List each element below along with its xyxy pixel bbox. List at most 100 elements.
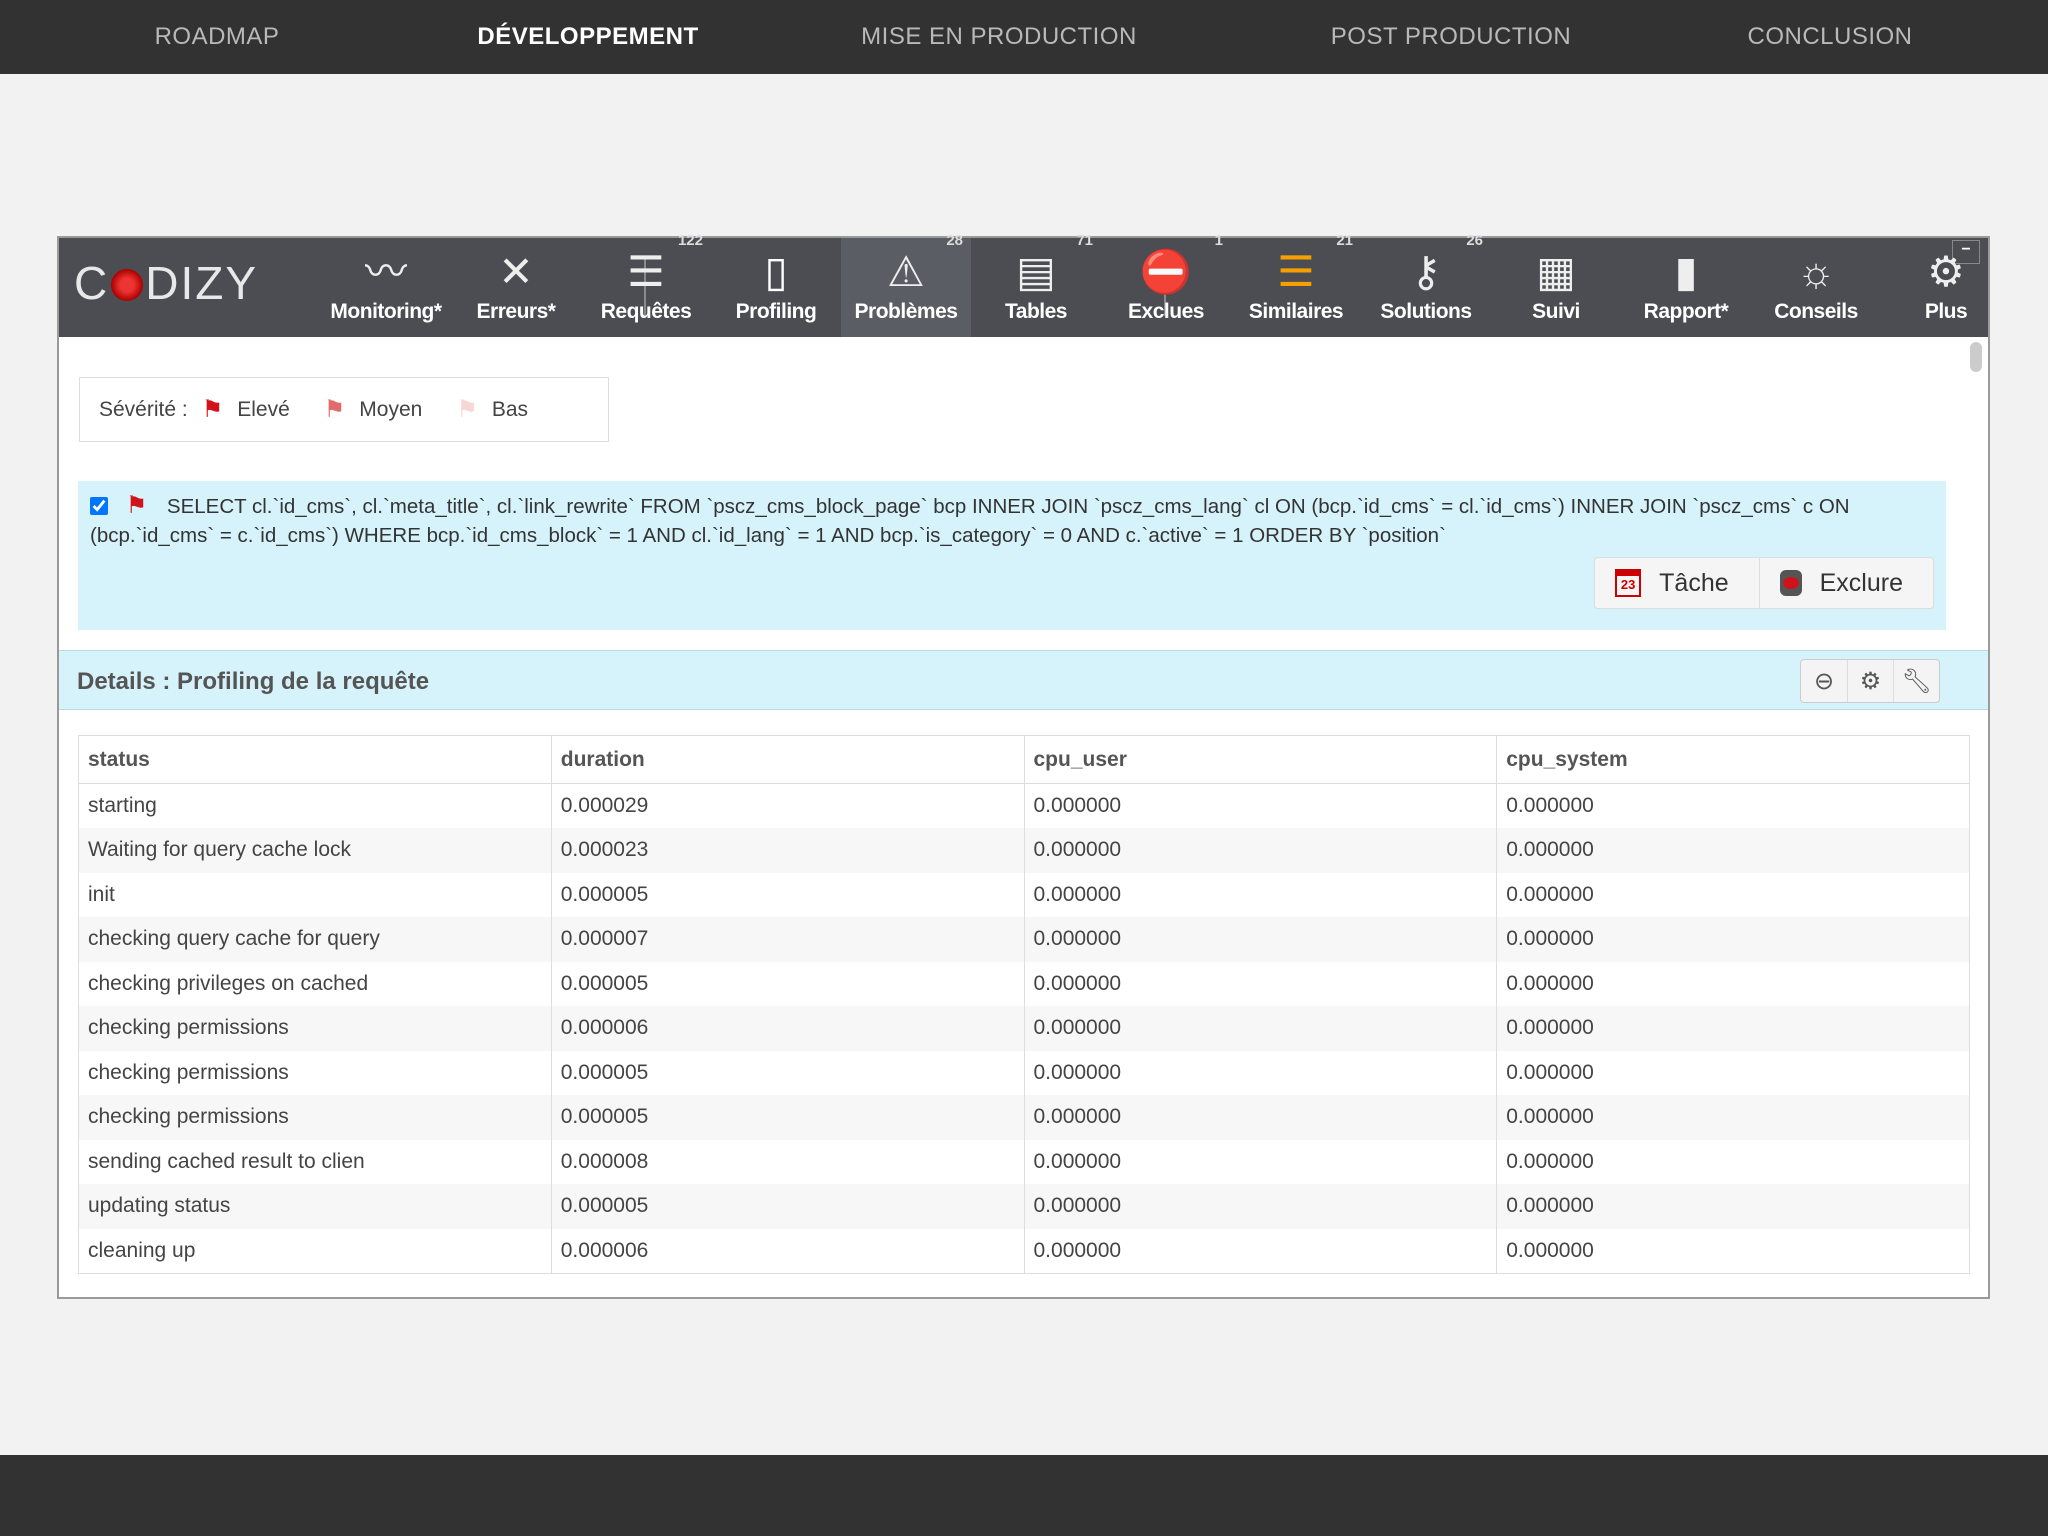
- nav-1[interactable]: ROADMAP: [155, 0, 280, 74]
- table-row: cleaning up 0.000006 0.000000 0.000000: [78, 1228, 1970, 1273]
- table-cell: 0.000000: [1496, 1228, 1970, 1273]
- toolbar-label: Conseils: [1774, 300, 1858, 323]
- toolbar-plus[interactable]: ⚙ Plus: [1881, 238, 2011, 337]
- count-badge: 71: [1076, 232, 1093, 249]
- table-cell: 0.000000: [1024, 1184, 1498, 1229]
- severity-high[interactable]: Elevé: [237, 398, 290, 422]
- link-icon[interactable]: ⊖: [1801, 660, 1847, 702]
- toolbar-requêtes[interactable]: ☰ Requêtes 122: [581, 232, 711, 337]
- nav-3[interactable]: MISE EN PRODUCTION: [861, 0, 1137, 74]
- count-badge: 28: [946, 232, 963, 249]
- table-cell: 0.000000: [1496, 828, 1970, 873]
- gear-icon[interactable]: ⚙: [1847, 660, 1893, 702]
- count-badge: 1: [1214, 232, 1223, 249]
- table-cell: 0.000007: [551, 917, 1025, 962]
- scrollbar[interactable]: [1970, 342, 1982, 372]
- severity-label: Sévérité :: [99, 397, 188, 421]
- table-cell: 0.000008: [551, 1139, 1025, 1184]
- table-row: checking permissions 0.000006 0.000000 0.00…: [78, 1006, 1970, 1051]
- table-cell: 0.000006: [551, 1006, 1025, 1051]
- toolbar-label: Plus: [1924, 300, 1968, 323]
- table-cell: 0.000000: [1024, 828, 1498, 873]
- details-title: Details : Profiling de la requête: [77, 668, 430, 695]
- table-cell: 0.000000: [1024, 1006, 1498, 1051]
- table-cell: 0.000000: [1496, 1184, 1970, 1229]
- table-row: updating status 0.000005 0.000000 0.000000: [78, 1184, 1970, 1229]
- table-cell: 0.000005: [551, 961, 1025, 1006]
- table-cell: 0.000000: [1496, 1095, 1970, 1140]
- table-cell: 0.000000: [1496, 961, 1970, 1006]
- key-icon: ⚷: [1410, 248, 1442, 295]
- top-navigation: ROADMAP DÉVELOPPEMENT MISE EN PRODUCTION PO…: [0, 0, 2048, 74]
- query-text: SELECT cl.`id_cms`, cl.`meta_title`, cl.…: [90, 495, 1850, 547]
- exclude-button[interactable]: Exclure: [1758, 558, 1933, 608]
- flag-high-icon: ⚑: [201, 396, 224, 423]
- toolbar-similaires[interactable]: ☰ Similaires 21: [1231, 232, 1361, 337]
- toolbar-monitoring[interactable]: 〰 Monitoring*: [321, 238, 451, 337]
- toolbar-solutions[interactable]: ⚷ Solutions 26: [1361, 232, 1491, 337]
- toolbar-conseils[interactable]: ☼ Conseils: [1751, 238, 1881, 337]
- details-header: Details : Profiling de la requête ⊖ ⚙ 🔧︎: [59, 650, 1988, 710]
- table-row: Waiting for query cache lock 0.000023 0.00…: [78, 828, 1970, 873]
- table-cell: 0.000005: [551, 1095, 1025, 1140]
- toolbar-label: Monitoring*: [330, 300, 442, 323]
- toolbar-label: Erreurs*: [476, 300, 556, 323]
- calendar-icon: 23: [1615, 569, 1642, 597]
- toolbar-suivi[interactable]: ▦ Suivi: [1491, 238, 1621, 337]
- column-header[interactable]: cpu_system: [1496, 735, 1970, 784]
- table-row: checking privileges on cached 0.000005 0.0…: [78, 961, 1970, 1006]
- table-cell: 0.000006: [551, 1228, 1025, 1273]
- table-row: checking query cache for query 0.000007 0.…: [78, 917, 1970, 962]
- table-icon: ▤: [1016, 248, 1056, 295]
- toolbar-profiling[interactable]: ▯ Profiling: [711, 238, 841, 337]
- toolbar-label: Problèmes: [854, 300, 958, 323]
- table-cell: init: [78, 872, 552, 917]
- toolbar-label: Requêtes: [600, 300, 692, 323]
- query-checkbox[interactable]: [90, 497, 108, 515]
- toolbar-tables[interactable]: ▤ Tables 71: [971, 232, 1101, 337]
- toolbar-exclues[interactable]: ⛔ Exclues 1: [1101, 232, 1231, 337]
- x-icon: ✕: [498, 248, 534, 295]
- codizy-logo: C DIZY: [74, 257, 259, 309]
- table-cell: 0.000000: [1496, 1006, 1970, 1051]
- severity-medium[interactable]: Moyen: [359, 398, 422, 422]
- severity-low[interactable]: Bas: [492, 398, 528, 422]
- table-row: checking permissions 0.000005 0.000000 0.00…: [78, 1050, 1970, 1095]
- toolbar-problèmes[interactable]: ⚠ Problèmes 28: [841, 232, 971, 337]
- bar-chart-icon: ▮: [1674, 248, 1698, 295]
- flag-low-icon: ⚑: [456, 396, 478, 423]
- database-icon: ☰: [627, 248, 665, 295]
- toolbar-rapport[interactable]: ▮ Rapport*: [1621, 238, 1751, 337]
- table-cell: 0.000000: [1024, 1095, 1498, 1140]
- database-excluded-icon: [1779, 570, 1802, 596]
- lightbulb-icon: ☼: [1796, 248, 1836, 295]
- column-header[interactable]: cpu_user: [1024, 735, 1498, 784]
- table-cell: 0.000000: [1496, 783, 1970, 828]
- column-header[interactable]: duration: [551, 735, 1025, 784]
- task-button[interactable]: 23 Tâche: [1595, 558, 1758, 608]
- toolbar-erreurs[interactable]: ✕ Erreurs*: [451, 238, 581, 337]
- column-header[interactable]: status: [78, 735, 552, 784]
- nav-5[interactable]: CONCLUSION: [1747, 0, 1912, 74]
- calendar-icon: ▦: [1536, 248, 1576, 295]
- wrench-icon[interactable]: 🔧︎: [1893, 660, 1939, 702]
- codizy-panel: C DIZY − 〰 Monitoring* ✕ Erreurs* ☰ Requêtes 12…: [57, 232, 1990, 1299]
- table-cell: cleaning up: [78, 1228, 552, 1273]
- count-badge: 122: [677, 232, 703, 249]
- nav-4[interactable]: POST PRODUCTION: [1331, 0, 1571, 74]
- flag-high-icon: ⚑: [125, 492, 148, 519]
- table-cell: 0.000029: [551, 783, 1025, 828]
- warning-icon: ⚠: [887, 248, 925, 295]
- footer-bar: [0, 1455, 2048, 1536]
- table-cell: 0.000000: [1496, 917, 1970, 962]
- toolbar-label: Exclues: [1128, 300, 1204, 323]
- toolbar-label: Tables: [1005, 300, 1067, 323]
- table-row: sending cached result to clien 0.000008 0.…: [78, 1139, 1970, 1184]
- nav-2[interactable]: DÉVELOPPEMENT: [477, 0, 698, 74]
- table-cell: checking query cache for query: [78, 917, 552, 962]
- table-cell: 0.000023: [551, 828, 1025, 873]
- table-cell: updating status: [78, 1184, 552, 1229]
- toolbar-label: Suivi: [1532, 300, 1580, 323]
- table-cell: starting: [78, 783, 552, 828]
- table-row: starting 0.000029 0.000000 0.000000: [78, 783, 1970, 828]
